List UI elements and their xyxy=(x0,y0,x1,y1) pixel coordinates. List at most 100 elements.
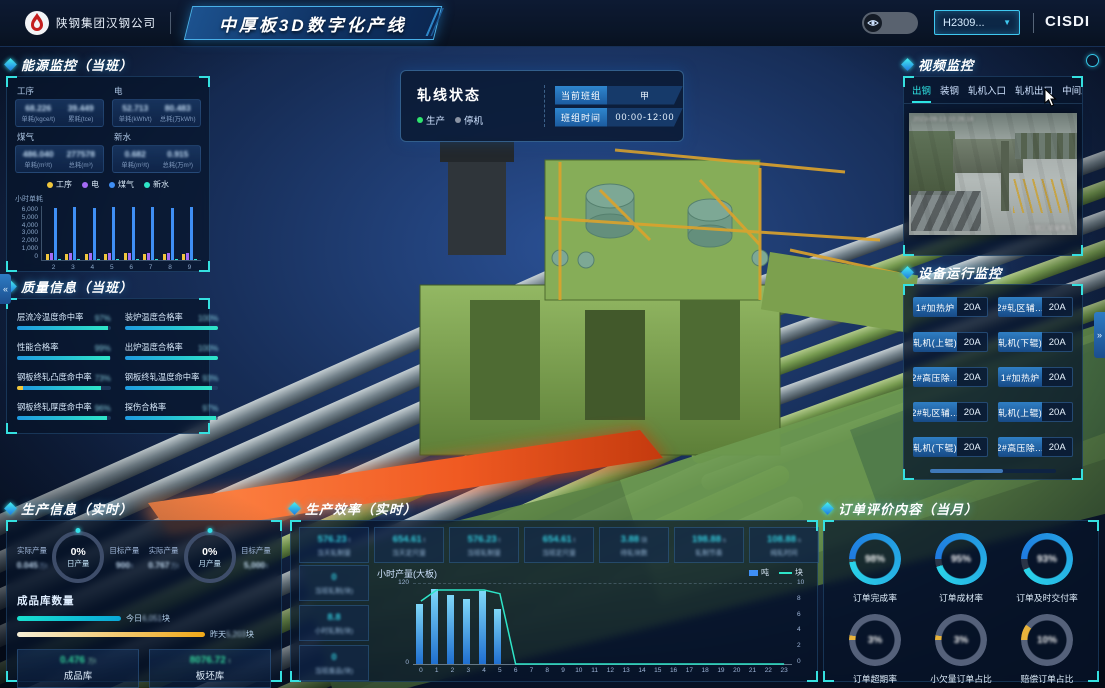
hourly-chart-xaxis: 01234567891011121314151617181920212223 xyxy=(413,667,792,677)
device-item[interactable]: 1#加热炉20A xyxy=(998,367,1073,387)
bar xyxy=(190,207,193,260)
energy-metric: 68.226单耗(kgce/t) xyxy=(19,103,58,123)
quality-label: 层流冷温度命中率 xyxy=(17,311,83,323)
rolling-status-legend: 生产停机 xyxy=(417,113,534,127)
kpi-label: 赔偿订单占比 xyxy=(1021,672,1074,685)
quality-label: 钢板终轧凸度命中率 xyxy=(17,371,92,383)
left-axis-max: 120 xyxy=(387,579,409,586)
efficiency-top-stats: 576.23 t当天轧制量654.61 t当天定尺量576.23 t当班轧制量6… xyxy=(299,527,819,563)
device-item[interactable]: 2#高压除...20A xyxy=(913,367,988,387)
camera-settings-icon[interactable] xyxy=(1086,54,1099,67)
status-row: 班组时间00:00-12:00 xyxy=(555,108,683,127)
quality-value: 100% xyxy=(198,314,218,323)
legend-label: 工序 xyxy=(56,179,72,190)
target-output-label: 目标产量 xyxy=(237,545,275,556)
device-item[interactable]: 轧机(上辊)20A xyxy=(913,332,988,352)
device-name: 轧机(上辊) xyxy=(913,332,957,352)
energy-unit: 总耗(万m³) xyxy=(159,160,198,169)
y-tick: 6,000 xyxy=(15,206,38,213)
video-tab-4[interactable]: 中间冷 xyxy=(1062,83,1082,103)
right-collapse-handle[interactable]: » xyxy=(1094,312,1105,358)
bar xyxy=(182,254,185,260)
stat-label: 当班定尺量 xyxy=(542,547,576,557)
dashboard-stage: 陕钢集团汉钢公司 中厚板3D数字化产线 H2309... ▼ CISDI 能源监… xyxy=(0,0,1105,688)
bar xyxy=(89,253,92,260)
donut: 93% xyxy=(1021,533,1073,585)
donut-value: 95% xyxy=(935,533,987,585)
company-name: 陕钢集团汉钢公司 xyxy=(56,15,156,31)
heat-number-dropdown[interactable]: H2309... ▼ xyxy=(934,10,1020,35)
quality-metrics-grid: 层流冷温度命中率97%装炉温度合格率100%性能合格率99%出炉温度合格率100… xyxy=(7,299,209,426)
x-tick: 8 xyxy=(539,667,555,674)
device-name: 2#高压除... xyxy=(913,367,957,387)
energy-metric: 486.040单耗(m³/t) xyxy=(19,149,58,169)
status-row: 当前班组甲 xyxy=(555,86,683,105)
energy-group-name: 工序 xyxy=(17,85,104,97)
x-tick: 22 xyxy=(760,667,776,674)
quality-info-panel: 质量信息（当班） 层流冷温度命中率97%装炉温度合格率100%性能合格率99%出… xyxy=(6,276,210,434)
bar xyxy=(186,253,189,260)
bar xyxy=(132,207,135,260)
visibility-toggle[interactable] xyxy=(862,12,918,34)
video-feed[interactable]: 2023-09-13 10:26:18 出钢区域摄像头 xyxy=(909,113,1077,235)
stat-label: 轧制节奏 xyxy=(695,547,722,557)
stat-value: 108.88 s xyxy=(767,534,801,545)
panel-diamond-icon xyxy=(901,58,914,71)
device-value: 20A xyxy=(957,437,988,457)
video-tab-2[interactable]: 轧机入口 xyxy=(968,83,1006,103)
device-item[interactable]: 轧机(下辊)20A xyxy=(913,437,988,457)
energy-value: 0.915 xyxy=(159,149,198,159)
device-item[interactable]: 1#加热炉20A xyxy=(913,297,988,317)
quality-value: 100% xyxy=(198,344,218,353)
stat-label: 小时轧制(块) xyxy=(315,625,354,635)
header-divider xyxy=(1033,13,1034,33)
quality-item: 性能合格率99% xyxy=(17,341,111,360)
y-tick: 3,000 xyxy=(15,229,38,236)
y-tick: 10 xyxy=(797,579,804,586)
device-item[interactable]: 2#高压除...20A xyxy=(998,437,1073,457)
y-tick: 1,000 xyxy=(15,245,38,252)
video-tab-0[interactable]: 出钢 xyxy=(912,83,931,103)
device-value: 20A xyxy=(957,367,988,387)
donut-value: 10% xyxy=(1021,614,1073,666)
x-tick: 20 xyxy=(729,667,745,674)
y-tick: 4 xyxy=(797,626,804,633)
x-tick: 8 xyxy=(168,264,172,271)
energy-unit: 总耗(万kWh) xyxy=(159,114,198,123)
energy-group-card: 0.682单耗(m³/t)0.915总耗(万m³) xyxy=(112,145,201,173)
left-collapse-handle[interactable]: « xyxy=(0,274,11,304)
device-item[interactable]: 轧机(下辊)20A xyxy=(998,332,1073,352)
video-tab-3[interactable]: 轧机出口 xyxy=(1015,83,1053,103)
panel-diamond-icon xyxy=(821,502,834,515)
device-value: 20A xyxy=(957,297,988,317)
x-tick: 12 xyxy=(602,667,618,674)
video-tab-1[interactable]: 装钢 xyxy=(940,83,959,103)
device-value: 20A xyxy=(1042,332,1073,352)
actual-output-label: 实际产量 xyxy=(13,545,51,556)
bar xyxy=(65,254,68,260)
energy-metric: 80.483总耗(万kWh) xyxy=(159,103,198,123)
bar xyxy=(143,254,146,260)
stat-value: 0 xyxy=(331,652,336,663)
bar-group: 3 xyxy=(65,206,80,260)
bar xyxy=(46,254,49,260)
x-tick: 14 xyxy=(634,667,650,674)
daily-output-donut: 0%日产量 xyxy=(52,531,104,583)
stat-unit: t xyxy=(347,537,351,544)
device-scrollbar[interactable] xyxy=(930,469,1056,473)
device-item[interactable]: 2#轧区辅...20A xyxy=(998,297,1073,317)
quality-label: 探伤合格率 xyxy=(125,401,167,413)
legend-item: 吨 xyxy=(749,567,769,578)
x-tick: 17 xyxy=(681,667,697,674)
bar-group: 9 xyxy=(182,206,197,260)
device-item[interactable]: 2#轧区辅...20A xyxy=(913,402,988,422)
device-item[interactable]: 轧机(上辊)20A xyxy=(998,402,1073,422)
efficiency-left-stats: 0当班轧制(块)8.8小时轧制(块)0当班废品(块) xyxy=(299,565,369,681)
stat-box: 654.61 t当班定尺量 xyxy=(524,527,594,563)
header-divider xyxy=(170,12,171,34)
energy-metric: 0.915总耗(万m³) xyxy=(159,149,198,169)
line-series xyxy=(413,584,792,664)
energy-monitor-panel: 能源监控（当班） 工序68.226单耗(kgce/t)39.449累耗(tce)… xyxy=(6,54,210,272)
scrollbar-thumb[interactable] xyxy=(930,469,1003,473)
quality-item: 装炉温度合格率100% xyxy=(125,311,219,330)
